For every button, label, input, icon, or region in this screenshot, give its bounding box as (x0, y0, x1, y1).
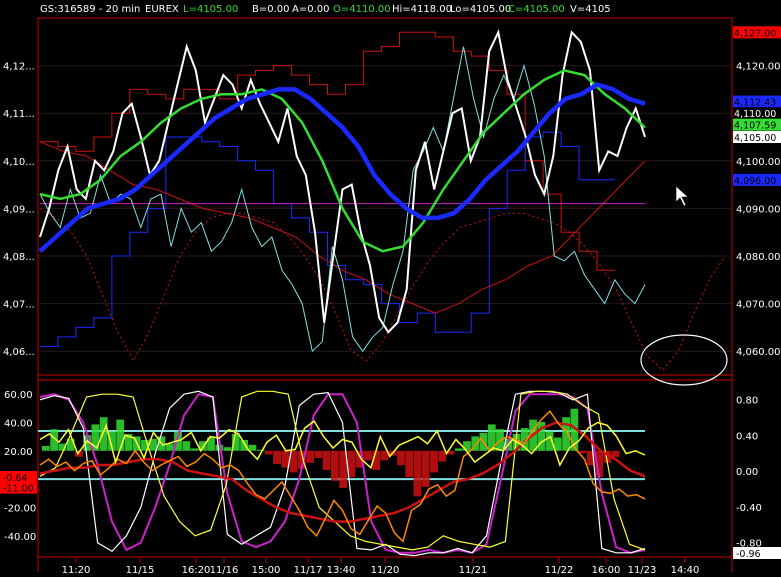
x-tick-label: 11/21 (459, 565, 488, 576)
y-tick-right-label: 4,080.00 (736, 252, 781, 263)
y-tick-left-label: 4,11... (3, 109, 35, 120)
histogram-bar (454, 448, 463, 451)
lower-y-tick-right-label: 0.40 (736, 431, 758, 442)
y-tick-right-label: 4,120.00 (736, 62, 781, 73)
lower-y-tick-right-label: 0.80 (736, 396, 758, 407)
histogram-bar (487, 424, 496, 451)
price-label: 4,110.00 (733, 107, 781, 120)
header-bid: B=0.00 (252, 4, 290, 15)
histogram-bar (116, 419, 125, 451)
price-label-text: 4,096.00 (734, 176, 776, 187)
price-label-text: 4,110.00 (734, 109, 776, 120)
price-label: 4,096.00 (733, 173, 781, 187)
header-exchange: EUREX (145, 4, 179, 15)
histogram-bar (413, 450, 422, 497)
price-label-text: 4,107.59 (734, 121, 776, 132)
lower-y-tick-left-label: 60.00 (4, 390, 33, 401)
header-symbol: GS:316589 - 20 min (40, 4, 140, 15)
histogram-bar (264, 450, 273, 455)
histogram-bar (182, 441, 191, 451)
histogram-bar (405, 450, 414, 478)
header-last: L=4105.00 (183, 4, 238, 15)
y-tick-right-label: 4,070.00 (736, 300, 781, 311)
histogram-bar (430, 450, 438, 473)
chart-background (0, 0, 781, 577)
histogram-bar (331, 450, 339, 481)
x-tick-label: 11/22 (545, 565, 574, 576)
histogram-bar (322, 450, 331, 470)
histogram-bar (99, 417, 108, 451)
y-tick-left-label: 4,09... (3, 204, 35, 215)
price-label: 4,107.59 (733, 118, 781, 132)
header-close: C=4105.00 (508, 4, 565, 15)
lower-left-label-text: -11.00 (3, 484, 34, 495)
header-high: Hi=4118.00 (392, 4, 452, 15)
lower-y-tick-right-label: -0.40 (736, 503, 762, 514)
histogram-bar (306, 450, 314, 463)
lower-y-tick-left-label: -20.00 (4, 503, 36, 514)
lower-y-tick-left-label: 20.00 (4, 447, 33, 458)
histogram-bar (248, 444, 257, 451)
header-ask: A=0.00 (292, 4, 330, 15)
x-tick-label: 16:20 (182, 565, 211, 576)
histogram-bar (421, 450, 430, 487)
header-low: Lo=4105.00 (450, 4, 511, 15)
histogram-bar (165, 443, 174, 451)
histogram-bar (223, 447, 232, 451)
histogram-bar (611, 450, 620, 457)
x-tick-label: 16:00 (592, 565, 621, 576)
x-tick-label: 11/16 (210, 565, 239, 576)
x-tick-label: 11/23 (628, 565, 657, 576)
lower-right-label-text: -0.96 (736, 549, 761, 560)
y-tick-right-label: 4,090.00 (736, 204, 781, 215)
x-tick-label: 15:00 (252, 565, 281, 576)
y-tick-right-label: 4,100.00 (736, 157, 781, 168)
price-label-text: 4,105.00 (734, 133, 776, 144)
y-tick-left-label: 4,07... (3, 300, 35, 311)
histogram-bar (273, 450, 281, 464)
lower-right-label: -0.96 (733, 547, 781, 560)
histogram-bar (314, 450, 323, 458)
price-label: 4,127.00 (733, 26, 781, 39)
lower-y-tick-left-label: -40.00 (4, 532, 36, 543)
y-tick-left-label: 4,10... (3, 157, 35, 168)
x-tick-label: 14:40 (671, 565, 700, 576)
histogram-bar (463, 441, 471, 451)
price-label: 4,112.43 (733, 95, 781, 109)
x-tick-label: 11:20 (62, 565, 91, 576)
lower-left-label: -11.00 (0, 481, 37, 495)
header-open: O=4110.00 (333, 4, 391, 15)
chart-root: GS:316589 - 20 min EUREX L=4105.00 B=0.0… (0, 0, 781, 577)
lower-y-tick-right-label: 0.00 (736, 467, 758, 478)
histogram-bar (190, 448, 199, 451)
y-tick-right-label: 4,060.00 (736, 347, 781, 358)
histogram-bar (438, 450, 447, 462)
price-label: 4,105.00 (733, 131, 781, 144)
x-tick-label: 11/17 (294, 565, 323, 576)
x-tick-label: 13:40 (327, 565, 356, 576)
y-tick-left-label: 4,08... (3, 252, 35, 263)
y-tick-left-label: 4,12... (3, 62, 35, 73)
histogram-bar (397, 450, 405, 466)
y-tick-left-label: 4,06... (3, 347, 35, 358)
histogram-bar (42, 446, 50, 451)
x-tick-label: 11/15 (126, 565, 155, 576)
header-volume: V=4105 (570, 4, 611, 15)
lower-y-tick-left-label: 40.00 (4, 418, 33, 429)
histogram-bar (364, 450, 372, 461)
x-tick-label: 11/20 (371, 565, 400, 576)
price-label-text: 4,112.43 (734, 98, 776, 109)
price-label-text: 4,127.00 (734, 28, 776, 39)
chart-header: GS:316589 - 20 min EUREX L=4105.00 B=0.0… (40, 4, 611, 15)
